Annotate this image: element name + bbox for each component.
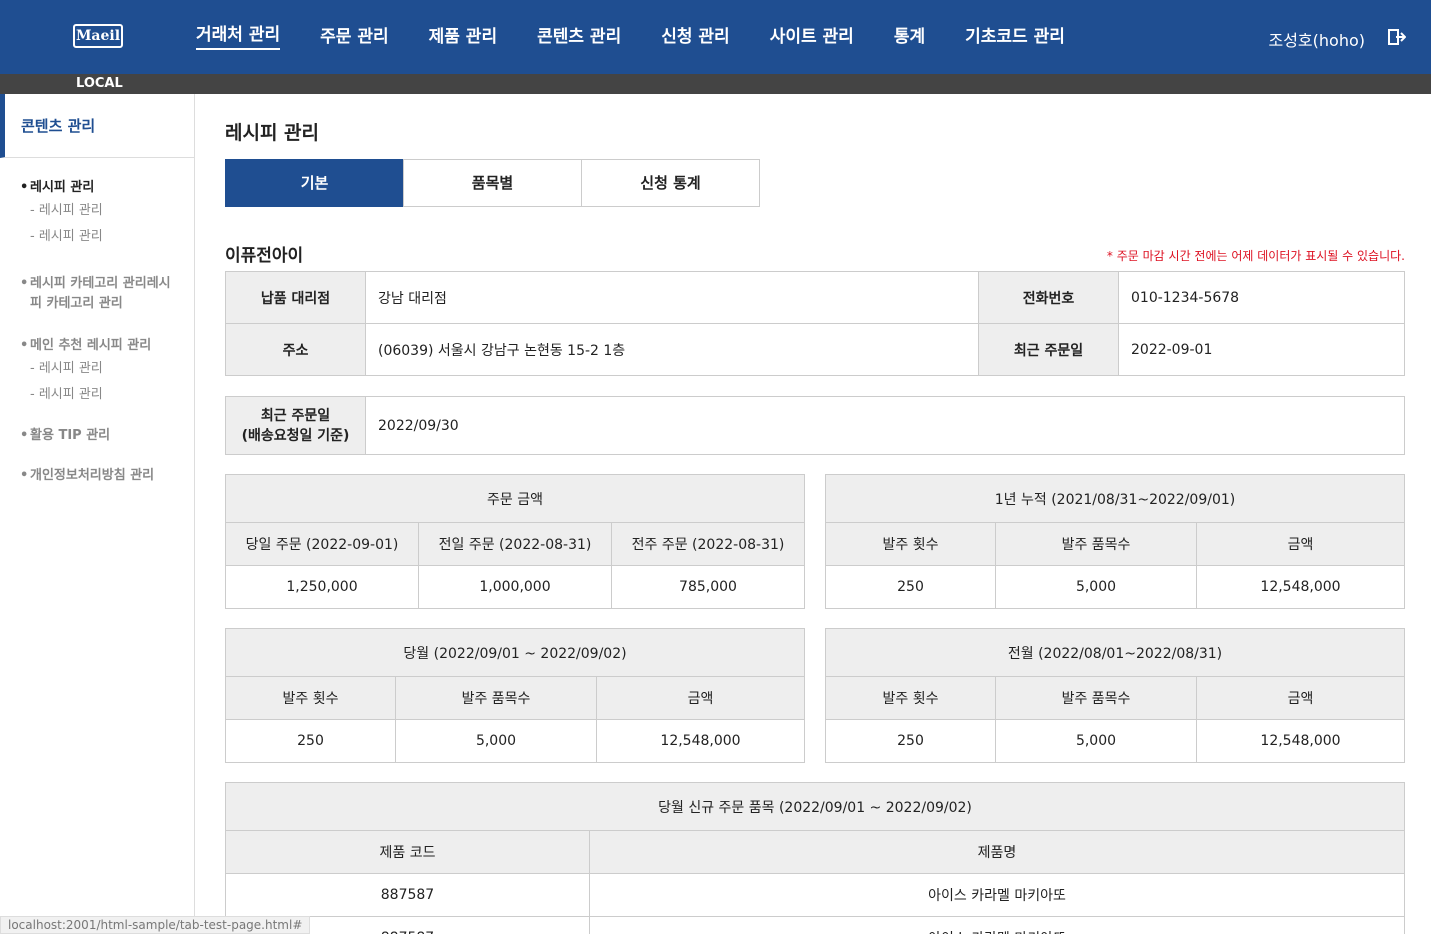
nav-basecode[interactable]: 기초코드 관리 — [965, 26, 1065, 48]
col-header: 금액 — [596, 676, 805, 720]
col-header: 발주 횟수 — [825, 522, 996, 566]
col-header: 금액 — [1196, 522, 1405, 566]
col-header: 발주 품목수 — [395, 676, 597, 720]
product-code: 887587 — [225, 873, 590, 917]
recent-delivery-label-1: 최근 주문일 — [260, 407, 331, 424]
global-nav: 거래처 관리 주문 관리 제품 관리 콘텐츠 관리 신청 관리 사이트 관리 통… — [196, 0, 1105, 74]
env-bar: LOCAL — [0, 74, 1431, 94]
table-row: 887587 아이스 카라멜 마키아또 — [225, 916, 1405, 934]
nav-content[interactable]: 콘텐츠 관리 — [537, 26, 621, 48]
nav-product[interactable]: 제품 관리 — [429, 26, 497, 48]
sidebar: 콘텐츠 관리 레시피 관리 - 레시피 관리 - 레시피 관리 레시피 카테고리… — [0, 94, 195, 934]
order-amount-table: 주문 금액 당일 주문 (2022-09-01) 전일 주문 (2022-08-… — [225, 474, 805, 609]
col-header: 당일 주문 (2022-09-01) — [225, 522, 419, 566]
nav-partner[interactable]: 거래처 관리 — [196, 24, 281, 50]
sidebar-subitem[interactable]: - 레시피 관리 — [20, 198, 182, 224]
prev-month-title: 전월 (2022/08/01~2022/08/31) — [825, 628, 1405, 677]
cell: 250 — [825, 719, 996, 763]
col-header: 제품명 — [589, 830, 1405, 874]
nav-stats[interactable]: 통계 — [894, 26, 925, 48]
cell: 1,000,000 — [418, 565, 612, 609]
col-header: 제품 코드 — [225, 830, 590, 874]
col-header: 전주 주문 (2022-08-31) — [611, 522, 805, 566]
col-header: 금액 — [1196, 676, 1405, 720]
logout-icon[interactable] — [1388, 28, 1406, 46]
product-name: 아이스 카라멜 마키아또 — [589, 916, 1405, 934]
new-items-title: 당월 신규 주문 품목 (2022/09/01 ~ 2022/09/02) — [225, 782, 1405, 831]
sidebar-item-recipe-category[interactable]: 레시피 카테고리 관리레시피 카테고리 관리 — [20, 274, 182, 314]
notice-text: * 주문 마감 시간 전에는 어제 데이터가 표시될 수 있습니다. — [1106, 249, 1405, 263]
sidebar-menu: 레시피 관리 - 레시피 관리 - 레시피 관리 레시피 카테고리 관리레시피 … — [0, 158, 194, 486]
cell: 5,000 — [995, 719, 1197, 763]
phone-label: 전화번호 — [978, 271, 1119, 324]
cell: 5,000 — [995, 565, 1197, 609]
store-name: 이퓨전아이 — [225, 246, 304, 266]
sidebar-item-main-recipe[interactable]: 메인 추천 레시피 관리 — [20, 336, 182, 356]
cell: 250 — [225, 719, 396, 763]
env-label: LOCAL — [76, 76, 123, 91]
col-header: 발주 품목수 — [995, 676, 1197, 720]
info-table: 납품 대리점 강남 대리점 전화번호 010-1234-5678 주소 (060… — [225, 271, 1405, 376]
recent-delivery-label: 최근 주문일 (배송요청일 기준) — [225, 396, 366, 455]
nav-site[interactable]: 사이트 관리 — [770, 26, 854, 48]
order-amount-title: 주문 금액 — [225, 474, 805, 523]
sidebar-subitem[interactable]: - 레시피 관리 — [20, 356, 182, 382]
tab-apply-stats[interactable]: 신청 통계 — [581, 159, 760, 207]
year-title: 1년 누적 (2021/08/31~2022/09/01) — [825, 474, 1405, 523]
browser-status-url: localhost:2001/html-sample/tab-test-page… — [0, 916, 311, 934]
tab-bar: 기본 품목별 신청 통계 — [225, 159, 760, 207]
col-header: 발주 품목수 — [995, 522, 1197, 566]
col-header: 전일 주문 (2022-08-31) — [418, 522, 612, 566]
previous-month-table: 전월 (2022/08/01~2022/08/31) 발주 횟수 발주 품목수 … — [825, 628, 1405, 763]
recent-delivery-value: 2022/09/30 — [365, 396, 1405, 455]
product-name: 아이스 카라멜 마키아또 — [589, 873, 1405, 917]
recent-order-value: 2022-09-01 — [1118, 323, 1405, 376]
nav-apply[interactable]: 신청 관리 — [661, 26, 729, 48]
sidebar-item-recipe[interactable]: 레시피 관리 — [20, 178, 182, 198]
address-label: 주소 — [225, 323, 366, 376]
recent-order-label: 최근 주문일 — [978, 323, 1119, 376]
cell: 5,000 — [395, 719, 597, 763]
address-value: (06039) 서울시 강남구 논현동 15-2 1층 — [365, 323, 979, 376]
cell: 785,000 — [611, 565, 805, 609]
tab-by-item[interactable]: 품목별 — [403, 159, 582, 207]
cell: 250 — [825, 565, 996, 609]
sidebar-item-tip[interactable]: 활용 TIP 관리 — [20, 426, 182, 446]
current-month-table: 당월 (2022/09/01 ~ 2022/09/02) 발주 횟수 발주 품목… — [225, 628, 805, 763]
sidebar-subitem[interactable]: - 레시피 관리 — [20, 224, 182, 250]
year-cumulative-table: 1년 누적 (2021/08/31~2022/09/01) 발주 횟수 발주 품… — [825, 474, 1405, 609]
page-title: 레시피 관리 — [225, 122, 320, 144]
phone-value: 010-1234-5678 — [1118, 271, 1405, 324]
cell: 12,548,000 — [1196, 565, 1405, 609]
sidebar-title: 콘텐츠 관리 — [0, 94, 194, 158]
new-items-table: 당월 신규 주문 품목 (2022/09/01 ~ 2022/09/02) 제품… — [225, 782, 1405, 934]
branch-value: 강남 대리점 — [365, 271, 979, 324]
sidebar-subitem[interactable]: - 레시피 관리 — [20, 382, 182, 408]
col-header: 발주 횟수 — [825, 676, 996, 720]
cell: 1,250,000 — [225, 565, 419, 609]
sidebar-item-privacy[interactable]: 개인정보처리방침 관리 — [20, 466, 182, 486]
maeil-logo[interactable]: Maeil — [73, 24, 123, 48]
nav-order[interactable]: 주문 관리 — [320, 26, 388, 48]
table-row: 887587 아이스 카라멜 마키아또 — [225, 873, 1405, 917]
month-title: 당월 (2022/09/01 ~ 2022/09/02) — [225, 628, 805, 677]
branch-label: 납품 대리점 — [225, 271, 366, 324]
user-name: 조성호(hoho) — [1268, 31, 1365, 50]
cell: 12,548,000 — [1196, 719, 1405, 763]
recent-delivery-label-2: (배송요청일 기준) — [241, 427, 350, 444]
cell: 12,548,000 — [596, 719, 805, 763]
tab-basic[interactable]: 기본 — [225, 159, 404, 207]
col-header: 발주 횟수 — [225, 676, 396, 720]
top-header: Maeil 거래처 관리 주문 관리 제품 관리 콘텐츠 관리 신청 관리 사이… — [0, 0, 1431, 74]
recent-delivery-table: 최근 주문일 (배송요청일 기준) 2022/09/30 — [225, 396, 1405, 455]
